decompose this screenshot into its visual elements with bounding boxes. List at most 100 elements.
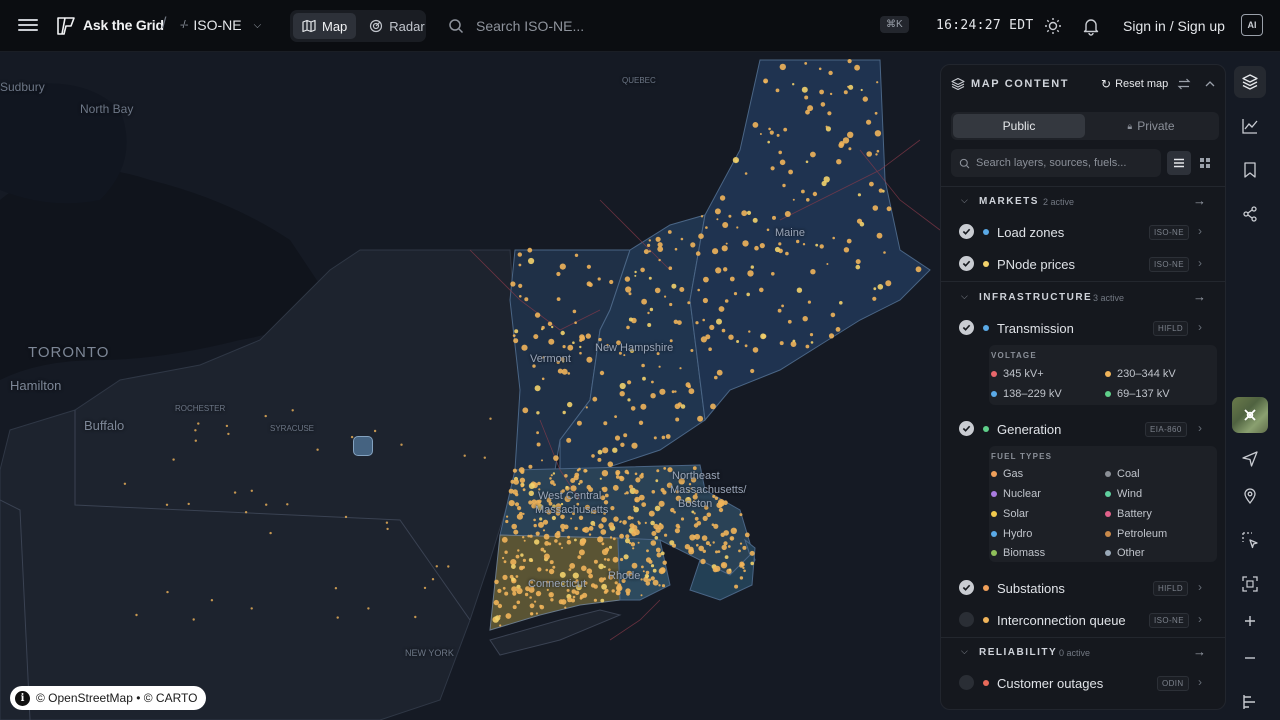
generation-site-dot[interactable] bbox=[172, 458, 175, 461]
generation-site-dot[interactable] bbox=[608, 522, 614, 528]
generation-site-dot[interactable] bbox=[769, 130, 774, 135]
generation-site-dot[interactable] bbox=[567, 535, 571, 539]
generation-site-dot[interactable] bbox=[625, 286, 632, 293]
generation-site-dot[interactable] bbox=[550, 593, 553, 596]
generation-site-dot[interactable] bbox=[572, 341, 575, 345]
arrow-right-icon[interactable]: → bbox=[1193, 644, 1206, 659]
generation-site-dot[interactable] bbox=[807, 300, 812, 304]
generation-site-dot[interactable] bbox=[601, 548, 609, 556]
generation-site-dot[interactable] bbox=[640, 472, 644, 476]
generation-site-dot[interactable] bbox=[548, 568, 555, 575]
generation-site-dot[interactable] bbox=[628, 292, 632, 296]
basemap-thumbnail[interactable] bbox=[1232, 397, 1268, 433]
layer-row-substations[interactable]: Substations HIFLD › bbox=[941, 573, 1225, 603]
generation-site-dot[interactable] bbox=[873, 287, 877, 291]
generation-site-dot[interactable] bbox=[847, 131, 854, 138]
generation-site-dot[interactable] bbox=[556, 271, 561, 277]
generation-site-dot[interactable] bbox=[512, 468, 518, 473]
generation-site-dot[interactable] bbox=[528, 257, 535, 265]
generation-site-dot[interactable] bbox=[574, 253, 579, 257]
generation-site-dot[interactable] bbox=[598, 563, 604, 570]
generation-site-dot[interactable] bbox=[527, 534, 530, 538]
generation-site-dot[interactable] bbox=[742, 545, 747, 550]
generation-site-dot[interactable] bbox=[760, 333, 766, 340]
layer-row-generation[interactable]: Generation EIA-860 › bbox=[941, 414, 1225, 444]
generation-site-dot[interactable] bbox=[787, 319, 792, 324]
generation-site-dot[interactable] bbox=[576, 468, 580, 472]
generation-site-dot[interactable] bbox=[593, 584, 598, 589]
generation-site-dot[interactable] bbox=[658, 258, 661, 262]
generation-site-dot[interactable] bbox=[593, 524, 596, 527]
generation-site-dot[interactable] bbox=[819, 89, 824, 95]
chevron-right-icon[interactable]: › bbox=[1198, 421, 1202, 435]
search-input[interactable] bbox=[476, 18, 856, 34]
generation-site-dot[interactable] bbox=[741, 210, 748, 217]
generation-site-dot[interactable] bbox=[640, 267, 645, 273]
generation-site-dot[interactable] bbox=[531, 612, 534, 615]
generation-site-dot[interactable] bbox=[542, 529, 546, 532]
generation-site-dot[interactable] bbox=[648, 239, 651, 242]
generation-site-dot[interactable] bbox=[658, 500, 665, 507]
generation-site-dot[interactable] bbox=[779, 159, 786, 166]
generation-site-dot[interactable] bbox=[518, 263, 522, 267]
generation-site-dot[interactable] bbox=[514, 329, 519, 334]
layer-search-input[interactable] bbox=[976, 157, 1161, 169]
generation-site-dot[interactable] bbox=[566, 437, 572, 443]
generation-site-dot[interactable] bbox=[593, 598, 598, 602]
generation-site-dot[interactable] bbox=[513, 529, 519, 535]
generation-site-dot[interactable] bbox=[763, 78, 769, 84]
generation-site-dot[interactable] bbox=[854, 64, 860, 71]
generation-site-dot[interactable] bbox=[508, 488, 514, 494]
generation-site-dot[interactable] bbox=[511, 577, 515, 582]
generation-site-dot[interactable] bbox=[523, 539, 526, 542]
generation-site-dot[interactable] bbox=[624, 469, 629, 474]
layers-rail-button[interactable] bbox=[1234, 66, 1266, 98]
generation-site-dot[interactable] bbox=[556, 297, 561, 301]
generation-site-dot[interactable] bbox=[874, 111, 878, 115]
select-area-rail-button[interactable] bbox=[1234, 524, 1266, 556]
generation-site-dot[interactable] bbox=[714, 375, 718, 380]
radar-mode-button[interactable]: Radar bbox=[360, 13, 433, 39]
generation-site-dot[interactable] bbox=[373, 429, 377, 433]
generation-site-dot[interactable] bbox=[598, 523, 604, 529]
generation-site-dot[interactable] bbox=[504, 550, 508, 554]
generation-site-dot[interactable] bbox=[583, 468, 588, 473]
generation-site-dot[interactable] bbox=[869, 181, 874, 187]
generation-site-dot[interactable] bbox=[497, 603, 503, 609]
generation-site-dot[interactable] bbox=[572, 595, 576, 599]
generation-site-dot[interactable] bbox=[576, 420, 582, 426]
generation-site-dot[interactable] bbox=[608, 545, 613, 549]
brand-name[interactable]: Ask the Grid bbox=[83, 17, 164, 33]
generation-site-dot[interactable] bbox=[603, 590, 608, 594]
checkbox[interactable] bbox=[959, 421, 974, 436]
generation-site-dot[interactable] bbox=[642, 376, 646, 381]
generation-site-dot[interactable] bbox=[588, 526, 594, 531]
generation-site-dot[interactable] bbox=[701, 535, 708, 541]
generation-site-dot[interactable] bbox=[655, 236, 661, 242]
generation-site-dot[interactable] bbox=[805, 109, 810, 115]
layer-search[interactable] bbox=[951, 149, 1161, 177]
generation-site-dot[interactable] bbox=[187, 502, 190, 506]
generation-site-dot[interactable] bbox=[712, 248, 719, 255]
generation-site-dot[interactable] bbox=[723, 541, 728, 546]
generation-site-dot[interactable] bbox=[633, 529, 640, 536]
generation-site-dot[interactable] bbox=[385, 521, 389, 524]
generation-site-dot[interactable] bbox=[592, 396, 598, 402]
generation-site-dot[interactable] bbox=[533, 334, 539, 340]
generation-site-dot[interactable] bbox=[582, 592, 588, 598]
generation-site-dot[interactable] bbox=[657, 523, 664, 530]
generation-site-dot[interactable] bbox=[804, 95, 809, 100]
generation-site-dot[interactable] bbox=[759, 133, 762, 135]
generation-site-dot[interactable] bbox=[515, 554, 520, 559]
generation-site-dot[interactable] bbox=[528, 464, 533, 469]
locate-rail-button[interactable] bbox=[1234, 443, 1266, 475]
generation-site-dot[interactable] bbox=[677, 525, 681, 529]
generation-site-dot[interactable] bbox=[567, 344, 574, 351]
generation-site-dot[interactable] bbox=[860, 88, 863, 92]
generation-site-dot[interactable] bbox=[876, 232, 883, 239]
generation-site-dot[interactable] bbox=[560, 599, 567, 605]
generation-site-dot[interactable] bbox=[775, 88, 780, 93]
generation-site-dot[interactable] bbox=[591, 454, 595, 458]
generation-site-dot[interactable] bbox=[554, 532, 561, 539]
generation-site-dot[interactable] bbox=[742, 240, 749, 247]
